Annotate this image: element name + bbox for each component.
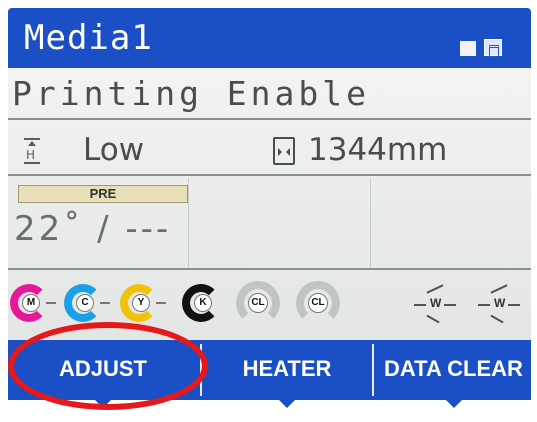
heater-button[interactable]: HEATER <box>204 340 370 408</box>
title-bar: Media1 <box>8 8 531 68</box>
printing-status: Printing Enable <box>12 74 371 113</box>
function-key-pointer-icon <box>279 400 295 408</box>
adjust-button[interactable]: ADJUST <box>8 340 198 408</box>
pre-heater-temperature: 22˚ / --- <box>14 209 172 249</box>
head-height-icon: H <box>22 138 42 164</box>
ink-clear-icon: CL <box>236 281 280 325</box>
ink-black-icon: K <box>182 284 220 322</box>
media-status-icon <box>484 39 502 57</box>
divider <box>8 118 531 120</box>
media-width-icon <box>273 137 295 165</box>
ink-cyan-icon: C <box>64 284 110 322</box>
ink-clear-icon: CL <box>296 281 340 325</box>
divider <box>8 268 531 270</box>
status-panel: Printing Enable H Low 1344mm PRE 22˚ / -… <box>8 68 531 340</box>
data-clear-button[interactable]: DATA CLEAR <box>376 340 531 408</box>
ink-white-icon: W <box>476 282 526 326</box>
function-key-bar: ADJUST HEATER DATA CLEAR <box>8 340 531 408</box>
function-key-pointer-icon <box>95 400 111 408</box>
divider <box>8 174 531 176</box>
status-square-icon <box>460 41 476 56</box>
ink-magenta-icon: M <box>10 284 56 322</box>
ink-yellow-icon: Y <box>120 284 166 322</box>
function-key-pointer-icon <box>445 400 462 408</box>
pre-heater-label: PRE <box>18 185 188 203</box>
printer-display: Media1 Printing Enable H Low 1344mm PRE … <box>0 0 537 422</box>
ink-status-row: M C Y K CL CL W W <box>8 278 531 336</box>
media-title: Media1 <box>24 18 153 58</box>
head-height-value: Low <box>83 132 145 168</box>
ink-white-icon: W <box>412 282 462 326</box>
media-length-value: 1344mm <box>308 132 448 168</box>
